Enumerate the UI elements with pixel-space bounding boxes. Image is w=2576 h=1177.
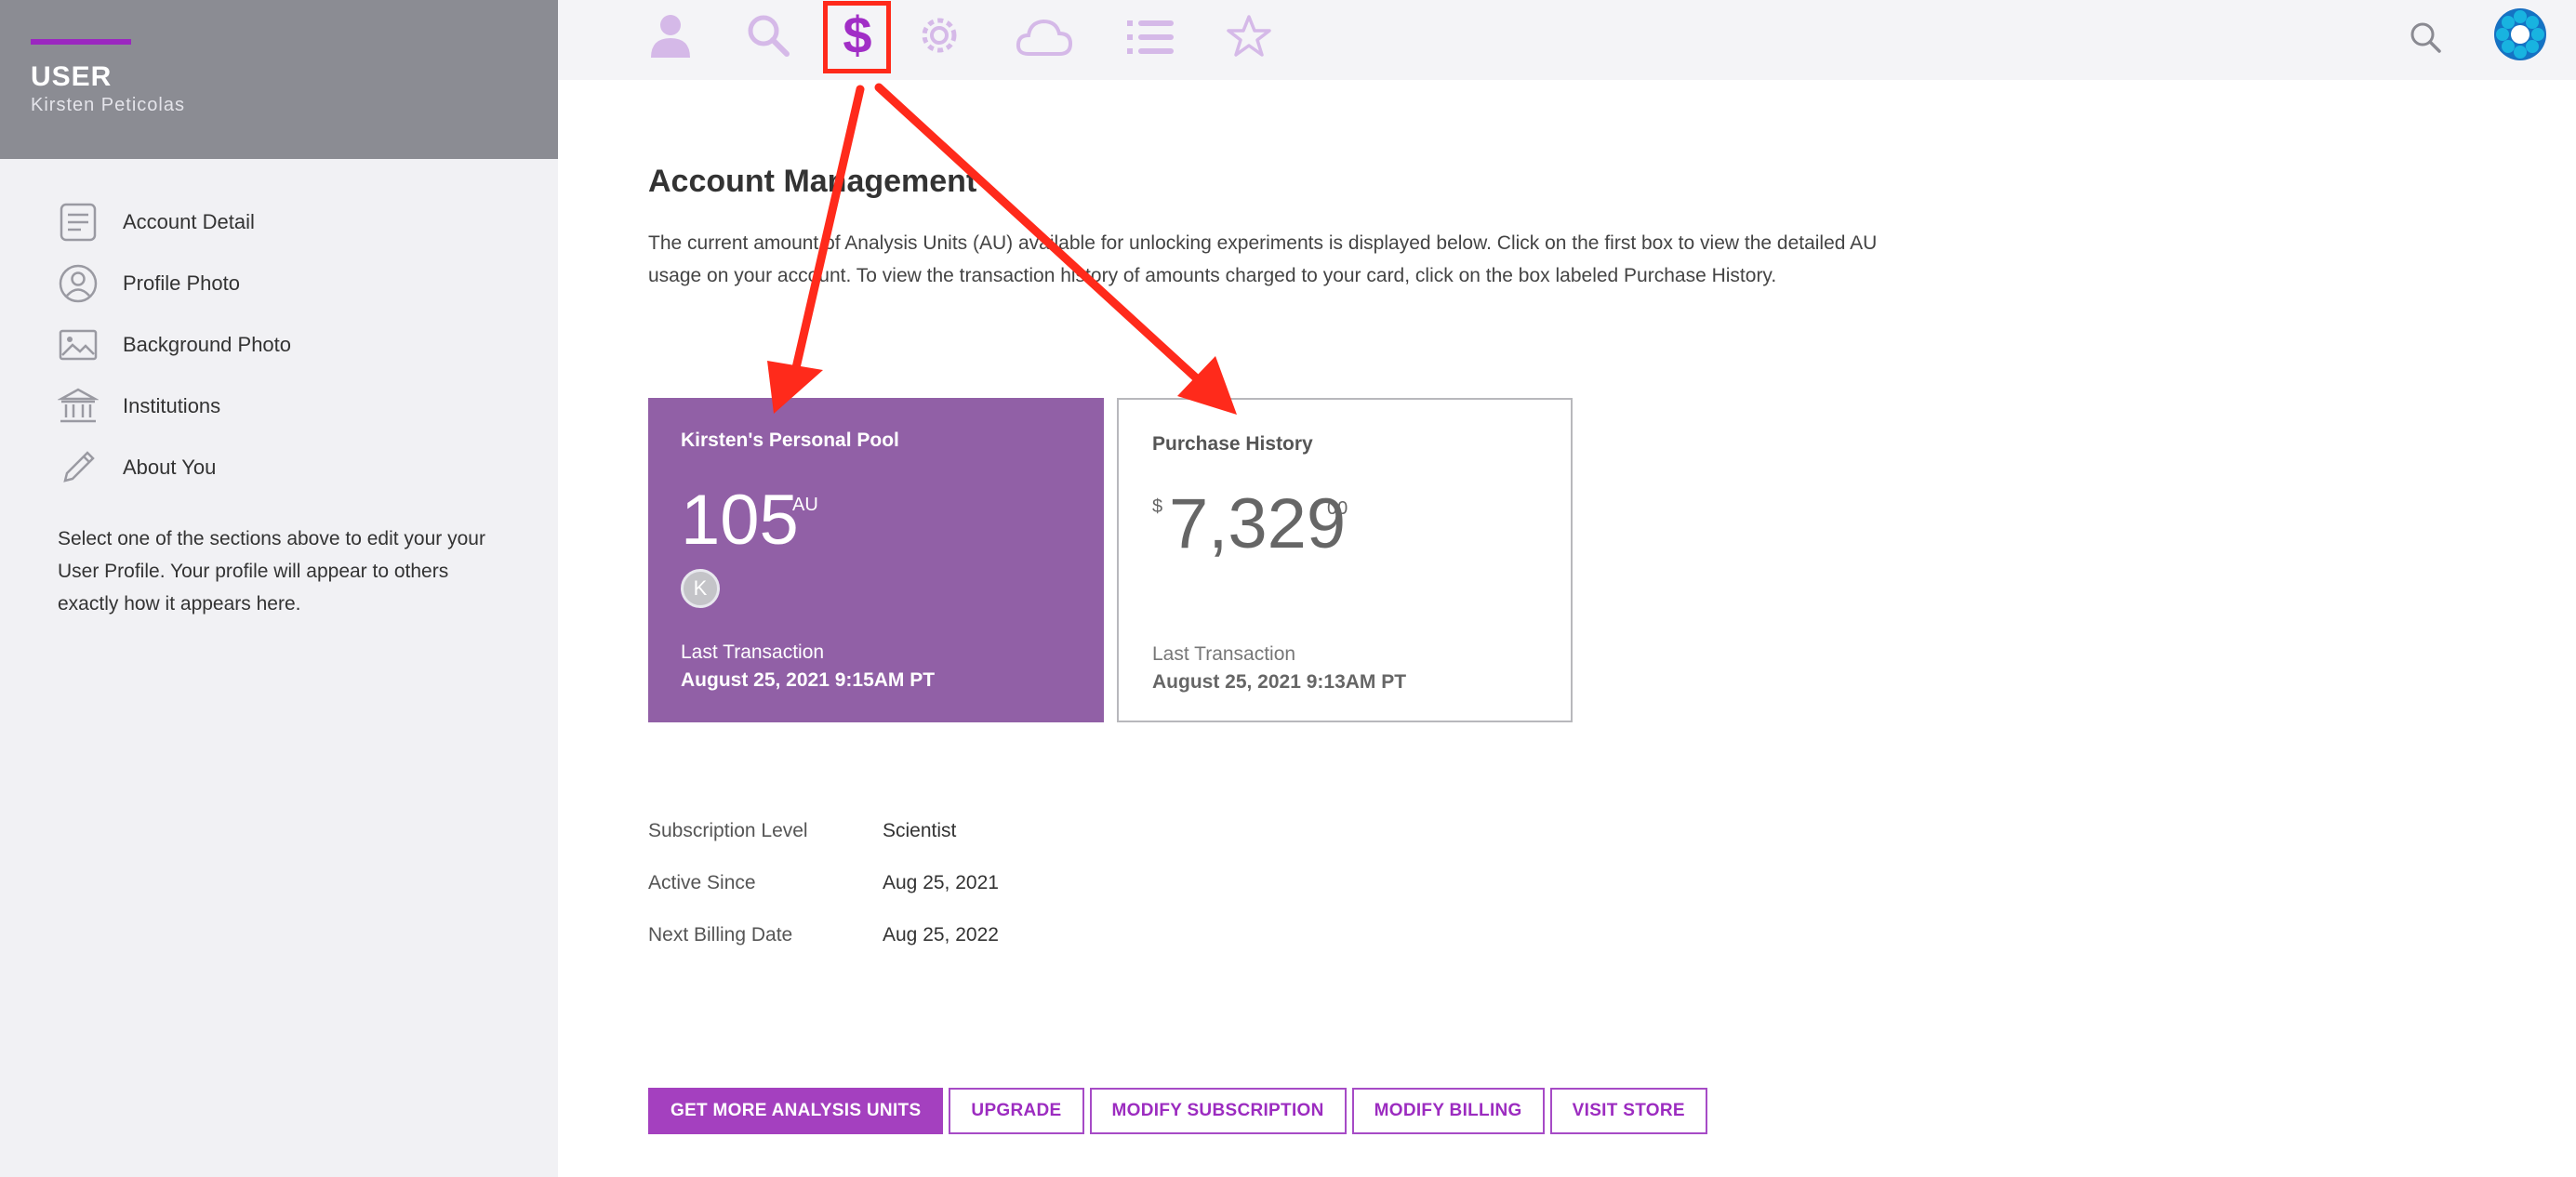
intro-text: The current amount of Analysis Units (AU… — [648, 232, 1878, 286]
sidebar-item-institutions[interactable]: Institutions — [56, 376, 521, 437]
upgrade-button[interactable]: UPGRADE — [949, 1088, 1084, 1134]
sidebar-item-label: Profile Photo — [123, 271, 240, 295]
sidebar-menu: Account Detail Profile Photo Background … — [56, 192, 521, 498]
annotation-highlight-box — [823, 1, 891, 73]
info-label: Subscription Level — [648, 820, 808, 841]
list-icon[interactable] — [1125, 17, 1175, 62]
institution-icon — [56, 384, 100, 429]
next-billing-date-row: Next Billing Date Aug 25, 2022 — [648, 924, 999, 976]
pool-card-title: Kirsten's Personal Pool — [681, 430, 899, 451]
sidebar-item-background-photo[interactable]: Background Photo — [56, 314, 521, 376]
purchase-last-transaction-label: Last Transaction — [1152, 643, 1296, 665]
action-buttons: GET MORE ANALYSIS UNITS UPGRADE MODIFY S… — [648, 1088, 1713, 1134]
document-icon — [56, 200, 100, 245]
search-icon[interactable] — [746, 13, 790, 62]
info-value: Aug 25, 2022 — [883, 924, 999, 946]
user-name: Kirsten Peticolas — [31, 95, 185, 115]
info-value: Scientist — [883, 820, 957, 841]
sidebar: USER Kirsten Peticolas Account Detail Pr… — [0, 0, 558, 1177]
sidebar-item-account-detail[interactable]: Account Detail — [56, 192, 521, 253]
purchase-amount-cents: 00 — [1327, 498, 1348, 519]
cloud-icon[interactable] — [1016, 17, 1073, 62]
purchase-currency-symbol: $ — [1152, 496, 1163, 517]
pool-last-transaction-label: Last Transaction — [681, 641, 825, 663]
star-icon[interactable] — [1226, 13, 1272, 64]
sidebar-item-label: Account Detail — [123, 210, 255, 233]
info-label: Next Billing Date — [648, 924, 793, 946]
user-icon[interactable] — [647, 11, 694, 64]
sidebar-item-label: Background Photo — [123, 333, 292, 356]
brand-logo-icon[interactable] — [2494, 8, 2546, 60]
sidebar-help-text: Select one of the sections above to edit… — [58, 528, 485, 615]
pool-au-unit: AU — [792, 495, 818, 515]
image-icon — [56, 323, 100, 367]
sidebar-item-about-you[interactable]: About You — [56, 437, 521, 498]
active-since-row: Active Since Aug 25, 2021 — [648, 872, 999, 924]
page-title: Account Management — [648, 164, 977, 199]
global-search-icon[interactable] — [2409, 20, 2442, 59]
sidebar-item-label: Institutions — [123, 394, 221, 417]
purchase-history-card[interactable]: Purchase History $ 7,329 00 Last Transac… — [1117, 398, 1573, 722]
pencil-icon — [56, 445, 100, 490]
info-value: Aug 25, 2021 — [883, 872, 999, 893]
visit-store-button[interactable]: VISIT STORE — [1549, 1088, 1707, 1134]
user-role: USER — [31, 61, 113, 92]
modify-subscription-button[interactable]: MODIFY SUBSCRIPTION — [1089, 1088, 1347, 1134]
subscription-details: Subscription Level Scientist Active Sinc… — [648, 820, 999, 976]
avatar: K — [681, 569, 720, 608]
purchase-last-transaction-date: August 25, 2021 9:13AM PT — [1152, 671, 1407, 693]
sidebar-item-label: About You — [123, 456, 217, 479]
modify-billing-button[interactable]: MODIFY BILLING — [1351, 1088, 1545, 1134]
profile-circle-icon — [56, 261, 100, 306]
pool-last-transaction-date: August 25, 2021 9:15AM PT — [681, 669, 936, 691]
header-accent-bar — [31, 39, 131, 45]
subscription-level-row: Subscription Level Scientist — [648, 820, 999, 872]
user-header: USER Kirsten Peticolas — [0, 0, 558, 159]
gear-icon[interactable] — [917, 13, 962, 62]
personal-pool-card[interactable]: Kirsten's Personal Pool 105 AU K Last Tr… — [648, 398, 1104, 722]
info-label: Active Since — [648, 872, 756, 893]
sidebar-item-profile-photo[interactable]: Profile Photo — [56, 253, 521, 314]
pool-au-value: 105 — [681, 481, 799, 560]
get-more-analysis-units-button[interactable]: GET MORE ANALYSIS UNITS — [648, 1088, 944, 1134]
purchase-card-title: Purchase History — [1152, 433, 1313, 455]
purchase-amount: 7,329 — [1169, 484, 1347, 563]
